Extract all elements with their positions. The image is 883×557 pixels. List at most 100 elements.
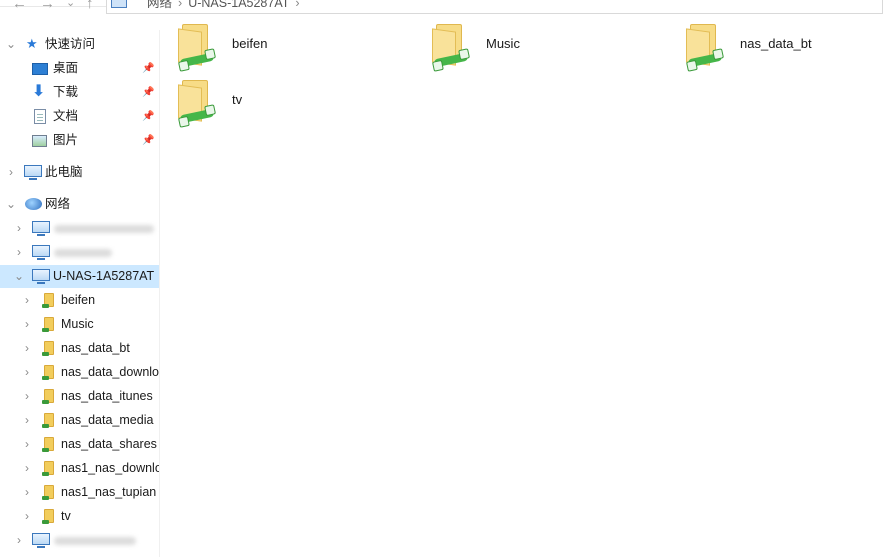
chevron-down-icon[interactable]: ⌄ — [14, 265, 24, 288]
chevron-right-icon[interactable]: › — [22, 409, 32, 432]
item-label: beifen — [232, 36, 268, 51]
chevron-right-icon[interactable]: › — [22, 457, 32, 480]
nav-share[interactable]: › beifen — [0, 289, 159, 312]
chevron-right-icon[interactable]: › — [14, 241, 24, 264]
item-label: nas_data_bt — [740, 36, 812, 51]
nav-share[interactable]: › nas1_nas_tupian — [0, 481, 159, 504]
pin-icon[interactable]: 📌 — [142, 57, 154, 80]
nav-label: 快速访问 — [45, 37, 96, 51]
network-share-icon — [42, 413, 54, 428]
forward-arrow-icon[interactable]: → — [40, 0, 55, 11]
network-share-icon — [42, 341, 54, 356]
network-share-folder-icon — [686, 24, 723, 68]
network-share-icon — [42, 365, 54, 380]
nav-label: 文档 — [53, 109, 79, 123]
computer-icon — [32, 533, 50, 548]
nav-label: 桌面 — [53, 61, 79, 75]
chevron-right-icon[interactable]: › — [22, 505, 32, 528]
network-share-icon — [42, 485, 54, 500]
nav-label: nas1_nas_tupian — [61, 485, 157, 499]
chevron-right-icon[interactable]: › — [14, 217, 24, 240]
network-share-icon — [42, 461, 54, 476]
nav-item-desktop[interactable]: 桌面 📌 — [0, 57, 159, 80]
nav-share[interactable]: › Music — [0, 313, 159, 336]
share-folder-beifen[interactable]: beifen — [160, 20, 400, 72]
chevron-right-icon[interactable]: › — [22, 289, 32, 312]
chevron-right-icon[interactable]: › — [22, 433, 32, 456]
nav-network-computer-nas[interactable]: ⌄ U-NAS-1A5287AT — [0, 265, 159, 288]
pin-icon[interactable]: 📌 — [142, 105, 154, 128]
network-share-icon — [42, 389, 54, 404]
pin-icon[interactable]: 📌 — [142, 129, 154, 152]
computer-icon — [111, 0, 127, 8]
nav-share[interactable]: › nas_data_bt — [0, 337, 159, 360]
nav-label: nas1_nas_downlo — [61, 461, 159, 475]
nav-label: 下载 — [53, 85, 79, 99]
chevron-down-icon[interactable]: ⌄ — [6, 33, 16, 56]
nav-item-downloads[interactable]: ⬇ 下载 📌 — [0, 81, 159, 104]
redacted-label — [54, 249, 112, 257]
navigation-pane: ⌄ ★ 快速访问 桌面 📌 ⬇ 下载 📌 文档 📌 图片 📌 › 此电脑 ⌄ 网… — [0, 30, 160, 557]
chevron-right-icon[interactable]: › — [22, 313, 32, 336]
nav-label: 网络 — [45, 197, 71, 211]
nav-this-pc[interactable]: › 此电脑 — [0, 161, 159, 184]
nav-label: nas_data_shares — [61, 437, 157, 451]
computer-icon — [24, 165, 42, 180]
nav-label: 图片 — [53, 133, 79, 147]
chevron-right-icon[interactable]: › — [22, 385, 32, 408]
pictures-icon — [32, 135, 47, 147]
chevron-right-icon[interactable]: › — [22, 481, 32, 504]
download-arrow-icon: ⬇ — [32, 83, 46, 100]
share-folder-nas-data-bt[interactable]: nas_data_bt — [668, 20, 883, 72]
up-arrow-icon[interactable]: ↑ — [86, 0, 94, 11]
item-label: Music — [486, 36, 520, 51]
nav-label: nas_data_bt — [61, 341, 130, 355]
share-folder-music[interactable]: Music — [414, 20, 654, 72]
nav-share[interactable]: › tv — [0, 505, 159, 528]
nav-quick-access[interactable]: ⌄ ★ 快速访问 — [0, 33, 159, 56]
redacted-label — [54, 225, 154, 233]
nav-item-pictures[interactable]: 图片 📌 — [0, 129, 159, 152]
nav-share[interactable]: › nas_data_itunes — [0, 385, 159, 408]
back-arrow-icon[interactable]: ← — [12, 0, 27, 11]
nav-label: nas_data_itunes — [61, 389, 153, 403]
nav-network-computer[interactable]: › — [0, 217, 159, 240]
nav-share[interactable]: › nas_data_shares — [0, 433, 159, 456]
chevron-right-icon[interactable]: › — [6, 161, 16, 184]
computer-icon — [32, 269, 50, 284]
nav-label: beifen — [61, 293, 96, 307]
dropdown-chevron-icon[interactable]: ⌄ — [66, 0, 75, 9]
nav-label: nas_data_media — [61, 413, 154, 427]
nav-label: U-NAS-1A5287AT — [53, 269, 155, 283]
nav-share[interactable]: › nas_data_media — [0, 409, 159, 432]
chevron-down-icon[interactable]: ⌄ — [6, 193, 16, 216]
computer-icon — [32, 245, 50, 260]
network-share-icon — [42, 317, 54, 332]
share-folder-tv[interactable]: tv — [160, 76, 400, 128]
nav-network-computer[interactable]: › — [0, 529, 159, 552]
file-list: beifen Music nas_data_bt tv — [160, 0, 883, 557]
network-share-folder-icon — [432, 24, 469, 68]
network-icon — [25, 198, 42, 210]
nav-share[interactable]: › nas_data_downlo — [0, 361, 159, 384]
network-share-folder-icon — [178, 80, 215, 124]
pin-icon[interactable]: 📌 — [142, 81, 154, 104]
desktop-icon — [32, 63, 48, 75]
nav-network-computer[interactable]: › — [0, 241, 159, 264]
computer-icon — [32, 221, 50, 236]
nav-label: Music — [61, 317, 94, 331]
chevron-right-icon[interactable]: › — [22, 361, 32, 384]
network-share-folder-icon — [178, 24, 215, 68]
nav-share[interactable]: › nas1_nas_downlo — [0, 457, 159, 480]
chevron-right-icon[interactable]: › — [14, 529, 24, 552]
nav-item-documents[interactable]: 文档 📌 — [0, 105, 159, 128]
nav-label: tv — [61, 509, 71, 523]
nav-network[interactable]: ⌄ 网络 — [0, 193, 159, 216]
redacted-label — [54, 537, 136, 545]
nav-label: nas_data_downlo — [61, 365, 159, 379]
network-share-icon — [42, 437, 54, 452]
chevron-right-icon[interactable]: › — [22, 337, 32, 360]
nav-label: 此电脑 — [45, 165, 83, 179]
network-share-icon — [42, 293, 54, 308]
document-icon — [34, 109, 46, 124]
